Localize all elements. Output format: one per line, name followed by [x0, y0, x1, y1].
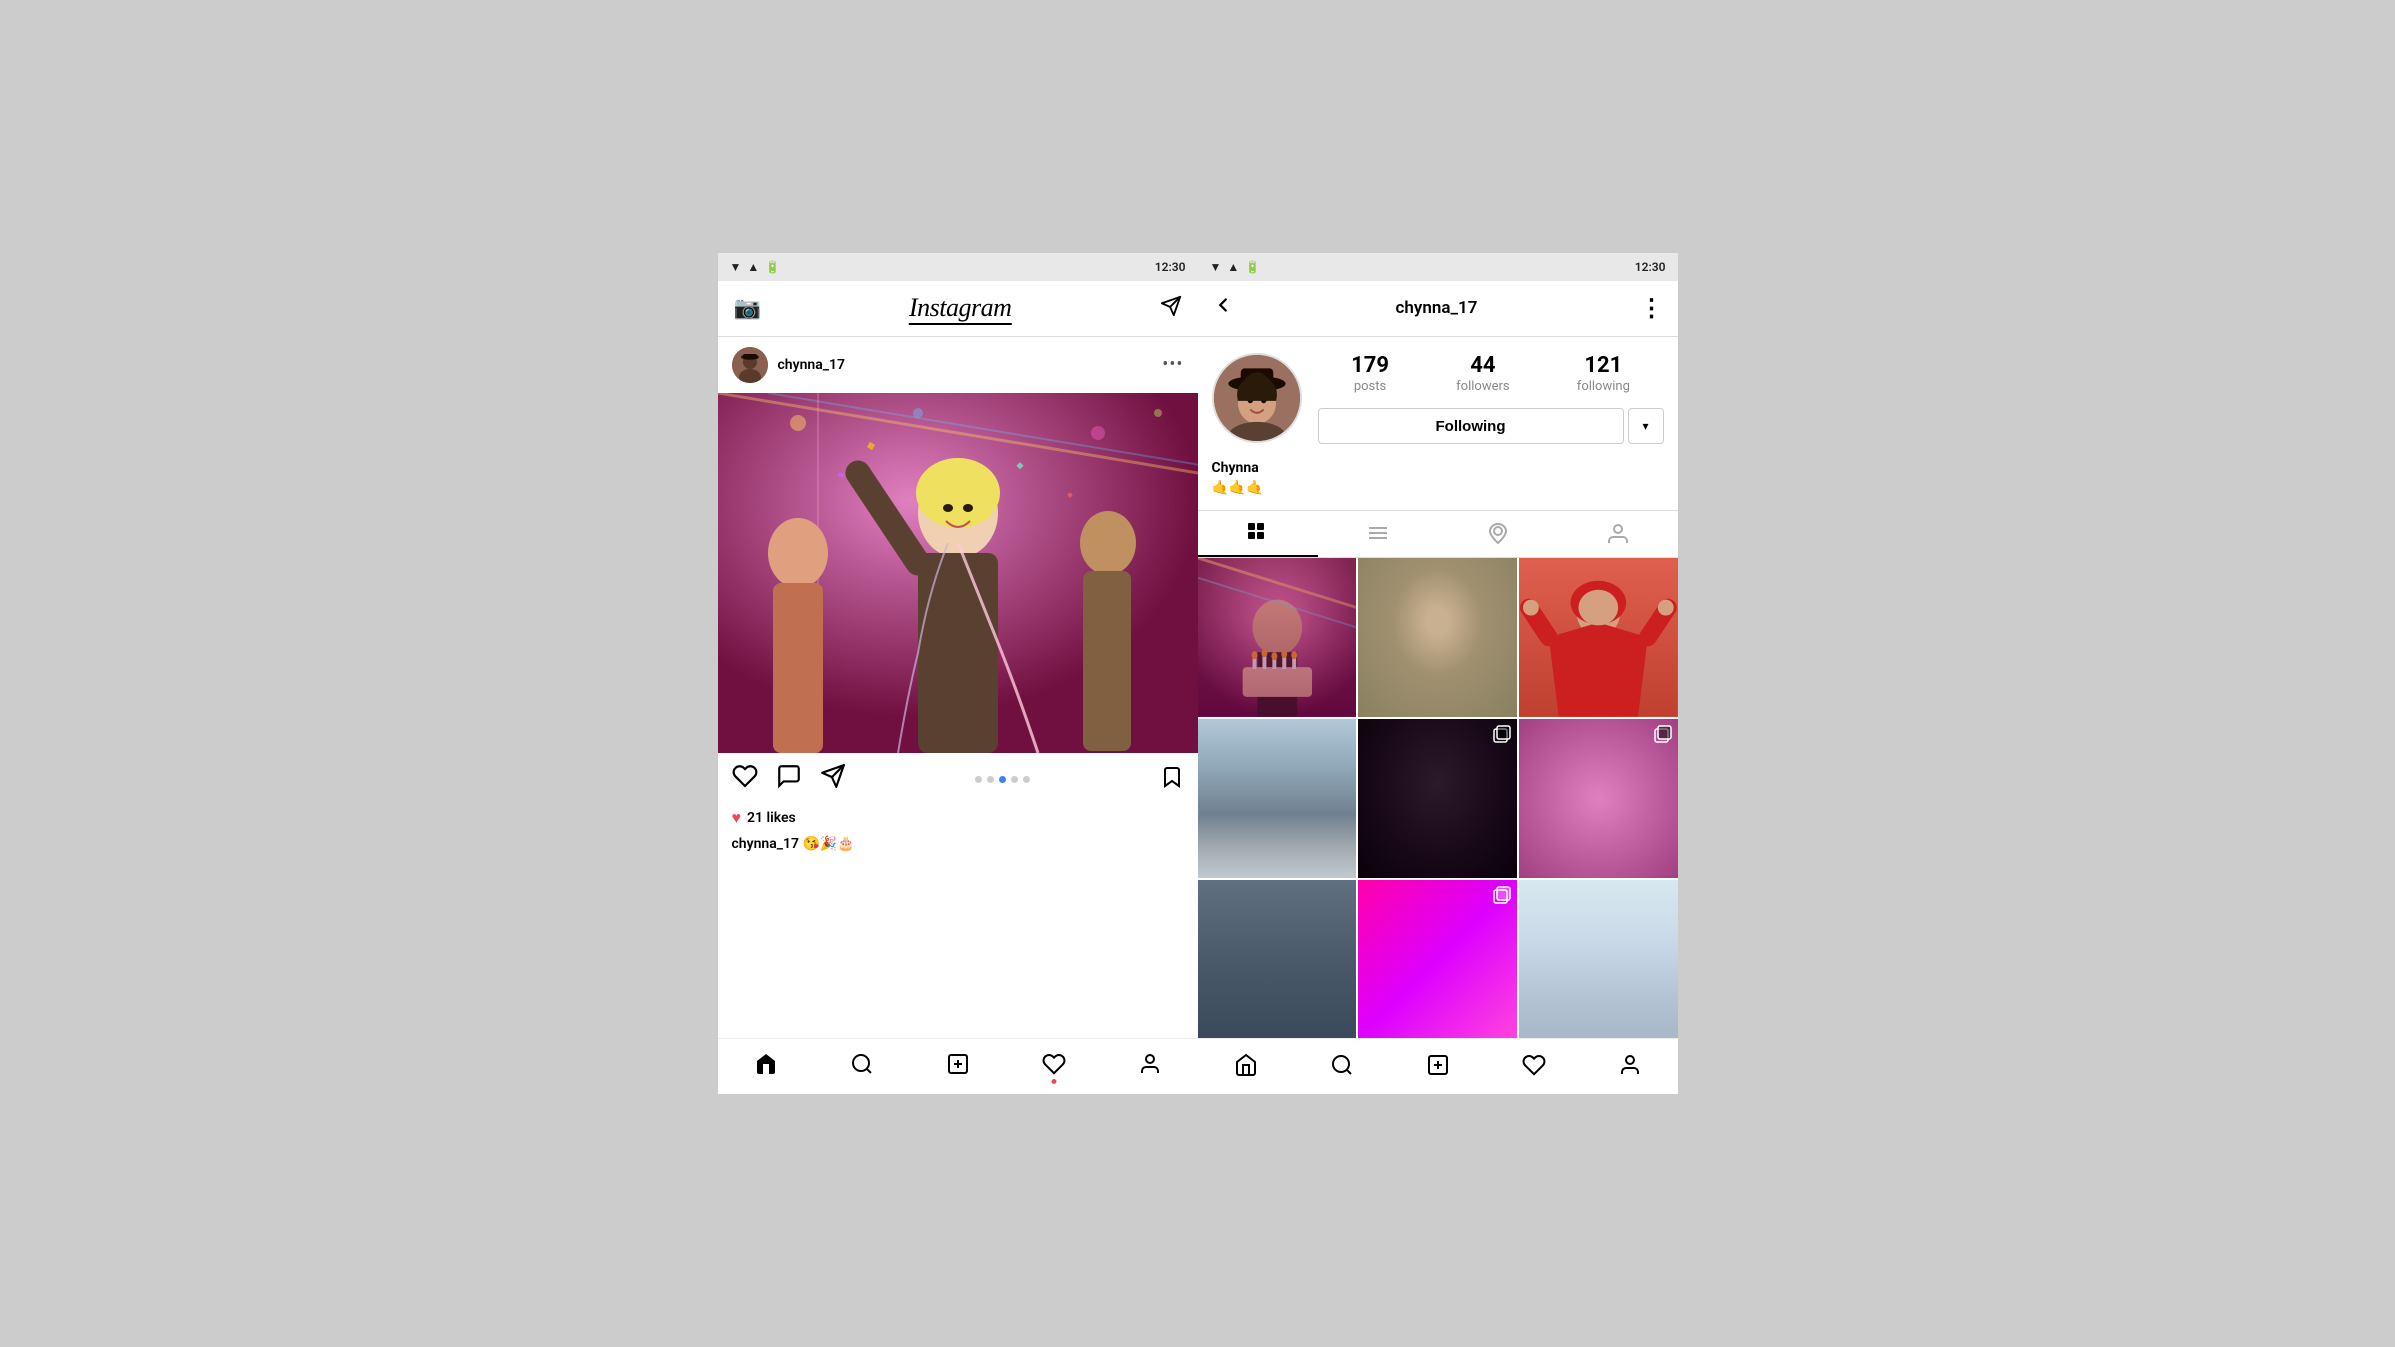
bio-name: Chynna — [1212, 460, 1664, 476]
grid-item-3[interactable] — [1519, 558, 1678, 717]
bottom-nav-right — [1198, 1038, 1678, 1094]
signal-icon: ▲ — [747, 260, 759, 274]
post-header: chynna_17 ••• — [718, 337, 1198, 393]
camera-icon[interactable]: 📷 — [734, 296, 761, 321]
share-button[interactable] — [820, 763, 846, 796]
dot-4 — [1011, 776, 1018, 783]
profile-tabs — [1198, 510, 1678, 558]
follow-buttons: Following ▾ — [1318, 408, 1664, 444]
multi-photo-icon-2 — [1654, 725, 1672, 747]
grid-item-6[interactable] — [1519, 719, 1678, 878]
grid-item-8[interactable] — [1358, 880, 1517, 1039]
post-actions-left — [732, 763, 846, 796]
following-label: following — [1577, 379, 1630, 394]
grid-item-5[interactable] — [1358, 719, 1517, 878]
following-button[interactable]: Following — [1318, 408, 1624, 444]
caption-text: 😘🎉🎂 — [802, 836, 854, 852]
comment-button[interactable] — [776, 763, 802, 796]
dot-5 — [1023, 776, 1030, 783]
time-left: 12:30 — [1155, 260, 1186, 274]
bookmark-button[interactable] — [1160, 765, 1184, 793]
activity-tab[interactable] — [1042, 1052, 1066, 1082]
tab-grid[interactable] — [1198, 511, 1318, 557]
following-count: 121 — [1584, 353, 1622, 379]
bio-text: 🤙🤙🤙 — [1212, 480, 1664, 496]
post-user-info: chynna_17 — [732, 347, 845, 383]
profile-bio: Chynna 🤙🤙🤙 — [1198, 460, 1678, 510]
post-likes: ♥ 21 likes — [718, 806, 1198, 834]
profile-header: 179 posts 44 followers 121 following Fol… — [1198, 337, 1678, 460]
tab-location[interactable] — [1438, 511, 1558, 557]
direct-message-icon[interactable] — [1160, 295, 1182, 322]
add-post-tab-right[interactable] — [1426, 1053, 1450, 1081]
profile-tab[interactable] — [1138, 1052, 1162, 1082]
left-phone: ▼ ▲ 🔋 12:30 📷 Instagram — [718, 253, 1198, 1094]
home-tab[interactable] — [754, 1052, 778, 1082]
search-tab-right[interactable] — [1330, 1053, 1354, 1081]
instagram-logo: Instagram — [909, 293, 1011, 323]
dot-2 — [987, 776, 994, 783]
caption-username[interactable]: chynna_17 — [732, 836, 799, 852]
bottom-nav-left — [718, 1038, 1198, 1094]
carousel-indicator — [975, 776, 1030, 783]
profile-nav: chynna_17 ⋮ — [1198, 281, 1678, 337]
profile-tab-right[interactable] — [1618, 1053, 1642, 1081]
profile-stats: 179 posts 44 followers 121 following Fol… — [1318, 353, 1664, 444]
status-bar-right: ▼ ▲ 🔋 12:30 — [1198, 253, 1678, 281]
posts-label: posts — [1354, 379, 1386, 394]
post-actions — [718, 753, 1198, 806]
time-right: 12:30 — [1635, 260, 1666, 274]
grid-item-7[interactable] — [1198, 880, 1357, 1039]
right-phone: ▼ ▲ 🔋 12:30 chynna_17 ⋮ — [1198, 253, 1678, 1094]
back-button[interactable] — [1212, 294, 1234, 322]
multi-photo-icon-3 — [1493, 886, 1511, 908]
battery-icon-right: 🔋 — [1245, 260, 1260, 274]
following-stat[interactable]: 121 following — [1577, 353, 1630, 394]
stats-row: 179 posts 44 followers 121 following — [1318, 353, 1664, 394]
likes-count[interactable]: 21 likes — [747, 810, 796, 826]
chevron-down-icon: ▾ — [1642, 419, 1648, 433]
post-more-button[interactable]: ••• — [1162, 354, 1183, 375]
wifi-icon-right: ▼ — [1210, 260, 1222, 274]
home-tab-right[interactable] — [1234, 1053, 1258, 1081]
battery-icon: 🔋 — [765, 260, 780, 274]
posts-count: 179 — [1351, 353, 1389, 379]
follow-dropdown-button[interactable]: ▾ — [1628, 408, 1664, 444]
status-bar-left: ▼ ▲ 🔋 12:30 — [718, 253, 1198, 281]
profile-menu-button[interactable]: ⋮ — [1640, 294, 1664, 322]
dot-1 — [975, 776, 982, 783]
grid-item-9[interactable] — [1519, 880, 1678, 1039]
heart-filled-icon: ♥ — [732, 808, 742, 828]
followers-stat[interactable]: 44 followers — [1456, 353, 1509, 394]
tab-tagged[interactable] — [1558, 511, 1678, 557]
multi-photo-icon — [1493, 725, 1511, 747]
photo-grid — [1198, 558, 1678, 1038]
grid-item-2[interactable] — [1358, 558, 1517, 717]
dot-3 — [999, 776, 1006, 783]
post-username[interactable]: chynna_17 — [778, 357, 845, 373]
post-image — [718, 393, 1198, 753]
profile-avatar[interactable] — [1212, 353, 1302, 443]
like-button[interactable] — [732, 763, 758, 796]
post-avatar[interactable] — [732, 347, 768, 383]
followers-label: followers — [1456, 379, 1509, 394]
signal-icon-right: ▲ — [1227, 260, 1239, 274]
tab-list[interactable] — [1318, 511, 1438, 557]
post-caption: chynna_17 😘🎉🎂 — [718, 834, 1198, 860]
followers-count: 44 — [1470, 353, 1495, 379]
left-nav-bar: 📷 Instagram — [718, 281, 1198, 337]
wifi-icon: ▼ — [730, 260, 742, 274]
posts-stat: 179 posts — [1351, 353, 1389, 394]
grid-item-1[interactable] — [1198, 558, 1357, 717]
add-post-tab[interactable] — [946, 1052, 970, 1082]
activity-tab-right[interactable] — [1522, 1053, 1546, 1081]
grid-item-4[interactable] — [1198, 719, 1357, 878]
profile-nav-username: chynna_17 — [1396, 298, 1478, 318]
search-tab[interactable] — [850, 1052, 874, 1082]
